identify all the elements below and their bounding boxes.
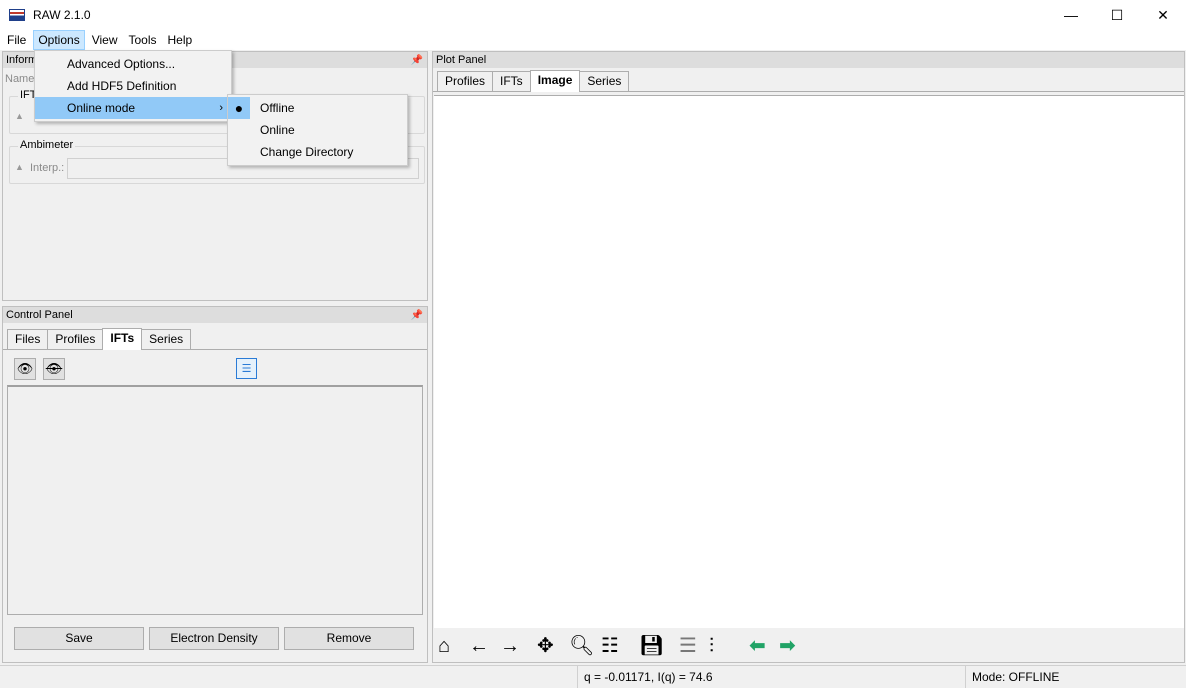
configure-subplots-icon[interactable]: ☷ xyxy=(601,634,619,658)
pan-icon[interactable]: ✥ xyxy=(537,634,554,658)
electron-density-button[interactable]: Electron Density xyxy=(149,627,279,650)
app-logo-icon xyxy=(9,9,25,21)
menu-tools[interactable]: Tools xyxy=(125,30,161,50)
collapse-triangle-icon[interactable]: ▲ xyxy=(15,162,24,172)
select-all-button[interactable]: ☰ xyxy=(236,358,257,379)
window-title: RAW 2.1.0 xyxy=(33,8,91,22)
plot-panel: Plot Panel Profiles IFTs Image Series xyxy=(432,51,1185,663)
options-menu: Advanced Options... Add HDF5 Definition … xyxy=(34,50,232,122)
menu-online-mode-label: Online mode xyxy=(67,101,136,115)
menu-options[interactable]: Options xyxy=(33,30,85,50)
menu-add-hdf5-definition[interactable]: Add HDF5 Definition xyxy=(35,75,231,97)
forward-arrow-icon[interactable]: → xyxy=(500,634,520,658)
interp-label: Interp.: xyxy=(30,162,65,174)
plot-canvas[interactable] xyxy=(434,95,1184,628)
control-panel: Control Panel 📌 Files Profiles IFTs Seri… xyxy=(2,306,428,663)
tab-profiles[interactable]: Profiles xyxy=(47,329,104,349)
menu-offline-label: Offline xyxy=(260,101,295,115)
menu-view[interactable]: View xyxy=(88,30,122,50)
status-bar: q = -0.01171, I(q) = 74.6 Mode: OFFLINE xyxy=(0,665,1186,688)
control-panel-title: Control Panel xyxy=(6,309,73,321)
ift-list[interactable] xyxy=(7,385,423,615)
sliders-icon[interactable]: ⫶ xyxy=(709,634,714,658)
title-bar: RAW 2.1.0 — ☐ ✕ xyxy=(0,0,1186,30)
list-icon: ☰ xyxy=(241,363,252,375)
submenu-arrow-icon: › xyxy=(219,102,223,114)
remove-button[interactable]: Remove xyxy=(284,627,414,650)
home-icon[interactable]: ⌂ xyxy=(438,634,450,658)
status-coordinates: q = -0.01171, I(q) = 74.6 xyxy=(577,666,965,688)
tab-plot-ifts[interactable]: IFTs xyxy=(492,71,531,91)
menu-online-mode[interactable]: Online mode › xyxy=(35,97,231,119)
menu-online[interactable]: Online xyxy=(228,119,407,141)
maximize-button[interactable]: ☐ xyxy=(1094,0,1140,30)
plot-panel-header: Plot Panel xyxy=(433,52,1184,68)
plot-tabs: Profiles IFTs Image Series xyxy=(433,70,1184,92)
eye-slash-icon: 👁 xyxy=(45,361,63,376)
eye-icon: 👁 xyxy=(16,361,34,376)
save-button[interactable]: Save xyxy=(14,627,144,650)
green-right-arrow-icon[interactable]: ➡ xyxy=(779,634,796,658)
save-icon[interactable]: 💾︎ xyxy=(639,634,664,658)
show-all-button[interactable]: 👁 xyxy=(14,358,36,380)
menu-change-directory[interactable]: Change Directory xyxy=(228,141,407,163)
close-button[interactable]: ✕ xyxy=(1140,0,1186,30)
collapse-triangle-icon[interactable]: ▲ xyxy=(15,111,24,121)
pin-icon[interactable]: 📌 xyxy=(411,53,423,69)
menu-advanced-options[interactable]: Advanced Options... xyxy=(35,53,231,75)
pin-icon[interactable]: 📌 xyxy=(411,308,423,324)
tab-plot-series[interactable]: Series xyxy=(579,71,630,91)
plot-panel-title: Plot Panel xyxy=(436,54,487,66)
tab-plot-image[interactable]: Image xyxy=(529,70,581,92)
ambimeter-group-title: Ambimeter xyxy=(18,139,76,151)
tab-series[interactable]: Series xyxy=(141,329,192,349)
tab-files[interactable]: Files xyxy=(7,329,49,349)
name-label: Name: xyxy=(5,73,38,85)
minimize-button[interactable]: — xyxy=(1048,0,1094,30)
zoom-icon[interactable]: 🔍︎ xyxy=(569,634,594,658)
window-controls: — ☐ ✕ xyxy=(1048,0,1186,30)
information-panel-title: Inform xyxy=(6,54,38,66)
menu-bar: File Options View Tools Help xyxy=(0,30,1186,50)
online-mode-submenu: ● Offline Online Change Directory xyxy=(227,94,408,166)
menu-offline[interactable]: ● Offline xyxy=(228,97,407,119)
back-arrow-icon[interactable]: ← xyxy=(469,634,489,658)
menu-help[interactable]: Help xyxy=(164,30,197,50)
control-tabs: Files Profiles IFTs Series xyxy=(3,328,427,350)
hide-all-button[interactable]: 👁 xyxy=(43,358,65,380)
list-icon[interactable]: ☰ xyxy=(679,634,697,658)
status-mode: Mode: OFFLINE xyxy=(965,666,1186,688)
tab-plot-profiles[interactable]: Profiles xyxy=(437,71,494,91)
tab-ifts[interactable]: IFTs xyxy=(102,328,143,350)
green-left-arrow-icon[interactable]: ⬅ xyxy=(749,634,766,658)
radio-bullet-icon: ● xyxy=(228,97,250,119)
control-panel-header: Control Panel 📌 xyxy=(3,307,427,323)
menu-file[interactable]: File xyxy=(3,30,30,50)
